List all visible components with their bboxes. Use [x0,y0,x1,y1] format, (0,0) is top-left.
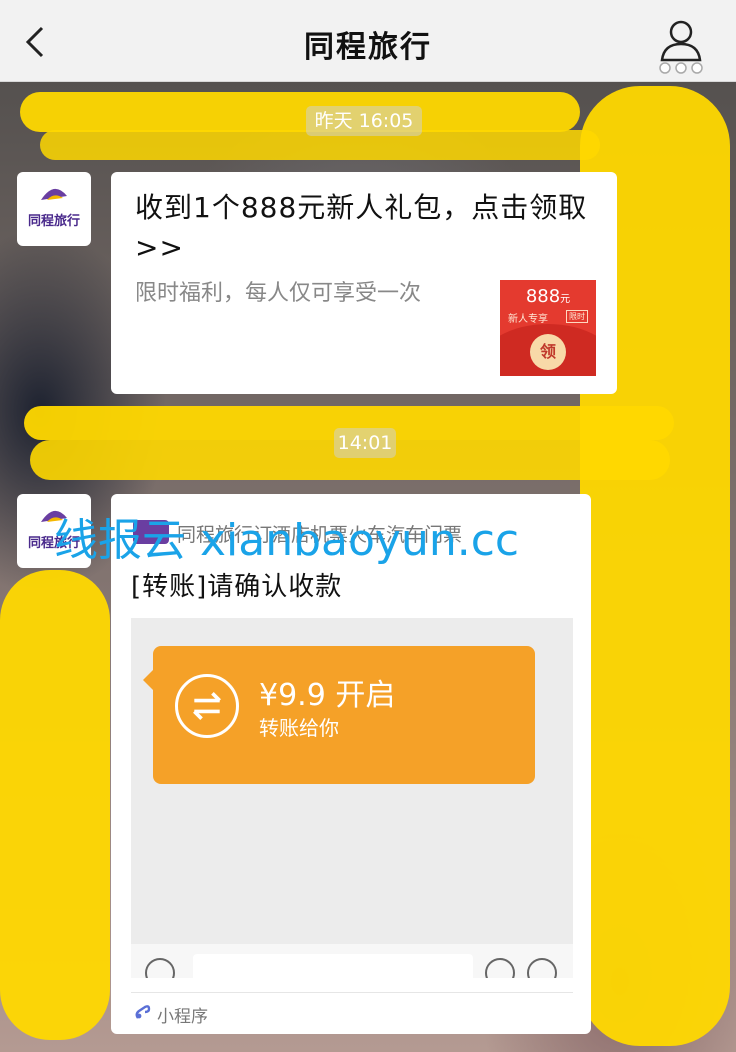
circle-icon [145,958,175,978]
watermark: 线报云 xianbaoyun.cc [54,515,520,566]
sender-avatar[interactable]: 同程旅行 [17,172,91,246]
circle-icon [485,958,515,978]
mini-program-icon [135,1005,151,1019]
page-title: 同程旅行 [304,30,432,65]
redaction-scribble [0,570,110,1040]
red-packet-claim-button: 领 [530,334,566,370]
divider [131,992,573,993]
mini-program-card[interactable]: 同程旅行订酒店机票火车汽车门票 [转账]请确认收款 ¥9.9 开启 转账给你 小… [111,494,591,1034]
preview-input [193,954,473,978]
transfer-bubble: ¥9.9 开启 转账给你 [143,646,535,784]
message-description: 限时福利，每人仅可享受一次 [135,281,422,306]
mini-program-label: 小程序 [157,1007,208,1027]
transfer-subtitle: 转账给你 [259,716,339,740]
circle-icon [527,958,557,978]
nav-bar: 同程旅行 [0,0,736,82]
redaction-scribble [20,92,580,132]
mini-program-preview: ¥9.9 开启 转账给你 [131,618,573,978]
transfer-amount: ¥9.9 开启 [259,678,396,713]
message-card-gift[interactable]: 收到1个888元新人礼包，点击领取>> 限时福利，每人仅可享受一次 888元 新… [111,172,617,394]
message-timestamp: 昨天 16:05 [306,106,422,136]
red-packet-tag: 限时 [566,310,588,323]
message-timestamp: 14:01 [334,428,396,458]
sender-name: 同程旅行 [27,214,80,229]
red-packet-thumbnail: 888元 新人专享 限时 领 [500,280,596,376]
person-more-icon[interactable] [656,18,706,74]
tongcheng-logo-icon [41,188,67,200]
mini-program-title: [转账]请确认收款 [131,572,343,602]
red-packet-amount: 888元 [525,286,571,307]
transfer-arrows-icon [175,674,239,738]
message-title: 收到1个888元新人礼包，点击领取>> [135,191,588,264]
preview-toolbar [131,944,573,978]
red-packet-subtitle: 新人专享 [508,314,548,325]
